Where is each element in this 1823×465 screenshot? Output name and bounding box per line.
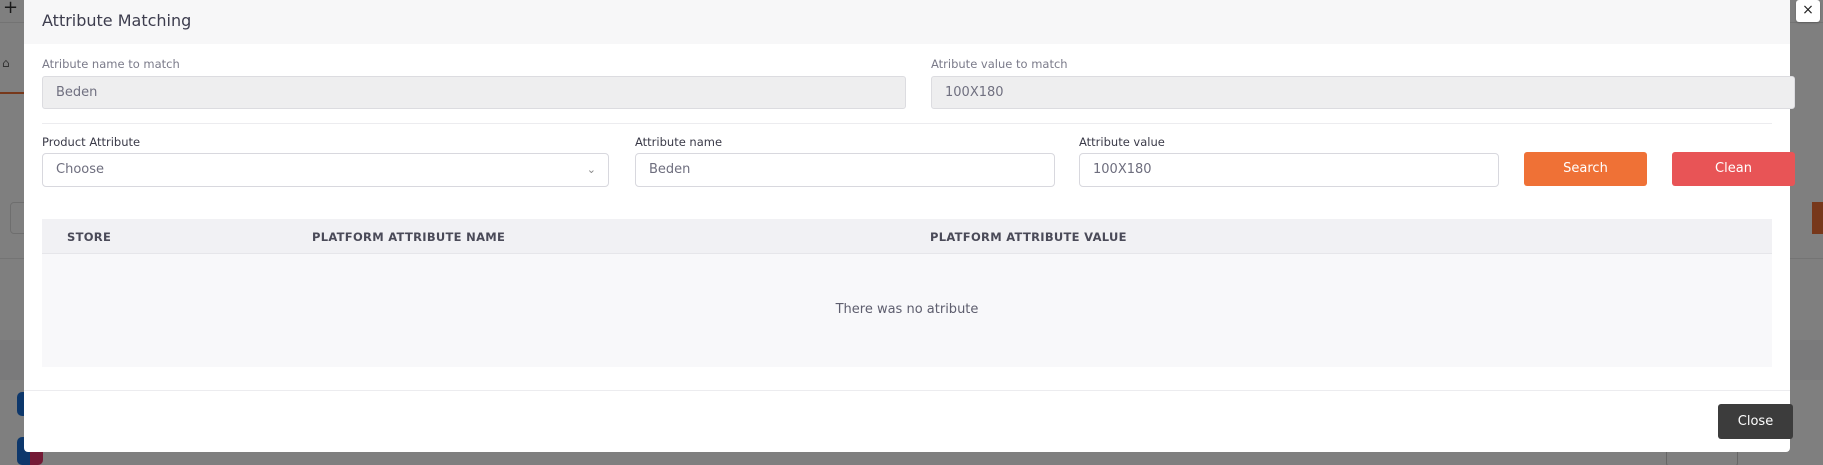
column-header-store: STORE xyxy=(67,230,112,244)
close-button[interactable]: Close xyxy=(1718,404,1793,439)
match-value-label: Atribute value to match xyxy=(931,57,1068,71)
match-name-field: Beden xyxy=(42,76,906,109)
attribute-value-label: Attribute value xyxy=(1079,135,1165,149)
column-header-platform-attribute-value: PLATFORM ATTRIBUTE VALUE xyxy=(930,230,1127,244)
column-header-platform-attribute-name: PLATFORM ATTRIBUTE NAME xyxy=(312,230,506,244)
attributes-table: STORE PLATFORM ATTRIBUTE NAME PLATFORM A… xyxy=(42,219,1772,367)
product-attribute-selected: Choose xyxy=(56,162,104,177)
product-attribute-label: Product Attribute xyxy=(42,135,141,149)
product-attribute-select[interactable]: Choose ⌄ xyxy=(42,153,609,187)
attribute-matching-modal: Attribute Matching Atribute name to matc… xyxy=(24,0,1795,452)
footer-divider xyxy=(24,390,1790,391)
search-button[interactable]: Search xyxy=(1524,152,1647,186)
attribute-name-input[interactable]: Beden xyxy=(635,153,1055,187)
chevron-down-icon: ⌄ xyxy=(586,163,596,176)
modal-header: Attribute Matching xyxy=(24,0,1790,44)
section-divider xyxy=(42,123,1772,124)
attribute-value-input[interactable]: 100X180 xyxy=(1079,153,1499,187)
table-header: STORE PLATFORM ATTRIBUTE NAME PLATFORM A… xyxy=(42,219,1772,254)
close-icon[interactable]: × xyxy=(1796,0,1820,22)
clean-button[interactable]: Clean xyxy=(1672,152,1795,186)
empty-table-message: There was no atribute xyxy=(835,302,979,317)
attribute-name-label: Attribute name xyxy=(635,135,723,149)
match-name-label: Atribute name to match xyxy=(42,57,180,71)
modal-title: Attribute Matching xyxy=(42,11,192,30)
match-value-field: 100X180 xyxy=(931,76,1795,109)
